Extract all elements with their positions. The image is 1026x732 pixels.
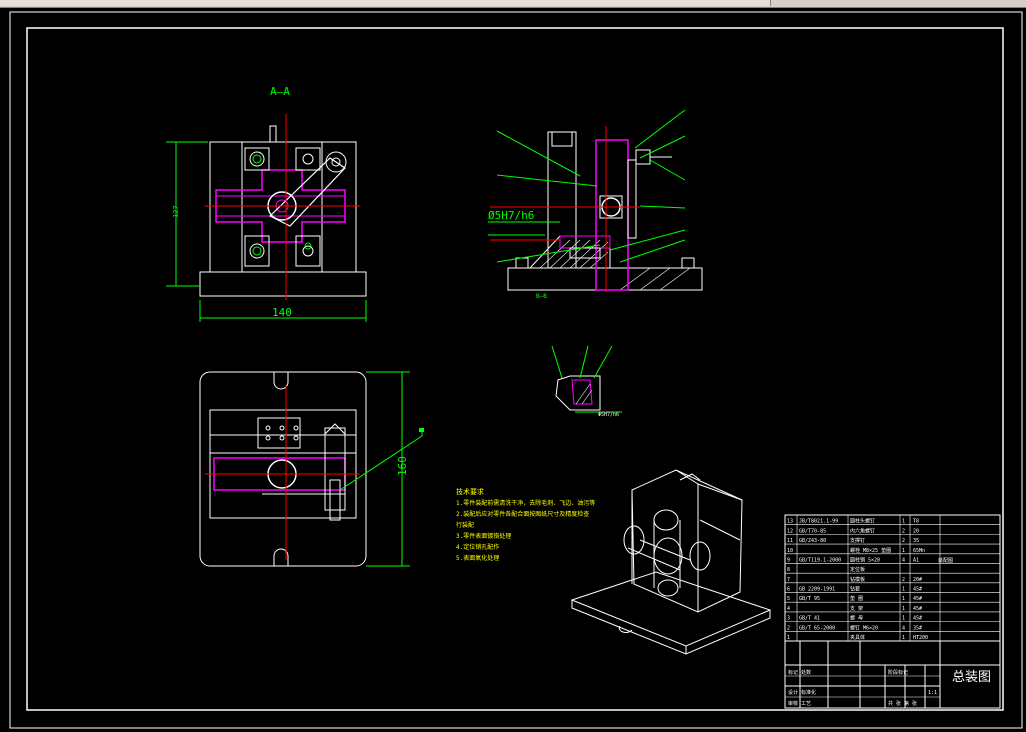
bom-cell: GB/T70-85 — [799, 528, 826, 534]
bom-cell: 1 — [902, 519, 905, 525]
bom-cell: GB/T 41 — [799, 616, 820, 622]
bom-cell: 螺钉 M6×20 — [850, 624, 878, 631]
bom-cell: 13 — [787, 519, 793, 525]
front-section-view: A—A 140 127 — [166, 85, 367, 322]
tech-requirements: 技术要求 1.零件装配前需清洗干净，去除毛刺、飞边、油污等 2.装配后应对零件各… — [456, 487, 595, 562]
bom-cell: 夹具体 — [850, 634, 865, 641]
bom-table: 13 JB/T8021.1-99 圆柱头螺钉 1 T812 GB/T70-85 内六角螺钉 2… — [784, 514, 1001, 642]
bom-cell: 9 — [787, 557, 790, 563]
title-block-label: 设计 标准化 — [788, 689, 816, 696]
bom-cell: 2 — [787, 625, 790, 631]
bom-cell: GB/Z43-80 — [799, 538, 826, 544]
bom-cell: 3 — [787, 616, 790, 622]
detail-view: Φ5H7/h6 — [551, 345, 622, 418]
bom-cell: 2 — [902, 538, 905, 544]
tech-line: 行装配 — [456, 521, 474, 529]
plan-height-dimension: 160 — [396, 456, 409, 476]
bom-cell: HT200 — [913, 635, 928, 641]
title-block-label: 审核 工艺 — [788, 700, 811, 707]
bom-cell: 1 — [902, 548, 905, 554]
bom-cell: JB/T8021.1-99 — [799, 519, 838, 525]
height-dimension: 127 — [172, 205, 180, 218]
bom-cell: 6 — [787, 587, 790, 593]
bom-cell: 4 — [787, 606, 790, 612]
bom-cell: 8 — [787, 567, 790, 573]
bom-cell: 45# — [913, 596, 922, 602]
bom-cell: 支撑钉 — [850, 537, 865, 544]
scale-value: 1:1 — [928, 690, 937, 696]
plan-view: 160 — [199, 371, 424, 567]
bom-cell: 圆柱头螺钉 — [850, 518, 875, 525]
title-block: 标记 处数 设计 标准化 审核 工艺 阶段标记 1:1 共 张 第 张 总装图 — [784, 640, 1001, 709]
bom-cell: 35# — [913, 625, 922, 631]
side-view: Ø5H7/h6 B—B — [488, 109, 703, 300]
section-label: A—A — [270, 85, 290, 98]
bom-cell: 1 — [902, 635, 905, 641]
bom-cell: 内六角螺钉 — [850, 527, 875, 534]
bom-cell: 垫 圈 — [850, 595, 863, 602]
bom-cell: 5 — [787, 596, 790, 602]
tech-line: 4.定位销孔配作 — [456, 543, 499, 551]
title-block-label: 标记 处数 — [788, 669, 811, 676]
bom-cell: 11 — [787, 538, 793, 544]
tech-requirements-title: 技术要求 — [456, 487, 484, 496]
bom-cell: 65Mn — [913, 548, 925, 554]
bom-cell: 1 — [902, 587, 905, 593]
cad-drawing-canvas[interactable]: A—A 140 127 160 Ø5H7/h6 B—B Φ5H7/h6 技术要求… — [0, 0, 1026, 732]
bom-cell: 12 — [787, 528, 793, 534]
bom-cell: 7 — [787, 577, 790, 583]
bom-cell: GB 2209-1991 — [799, 587, 835, 593]
bom-cell: GB/T 95 — [799, 596, 820, 602]
bom-cell: GB/T119.1-2000 — [799, 557, 841, 563]
bom-cell: 螺栓 M8×25 垫圈 — [850, 547, 891, 554]
bom-cell: 4 — [902, 557, 905, 563]
tech-line: 3.零件表面镀铬处理 — [456, 532, 511, 540]
width-dimension: 140 — [272, 306, 292, 319]
bom-cell: GB/T 65-2000 — [799, 625, 835, 631]
bom-cell: 螺 母 — [850, 615, 863, 622]
bom-cell: 45# — [913, 587, 922, 593]
bom-cell: 35 — [913, 538, 919, 544]
bom-header: 装配图 — [938, 557, 953, 564]
bom-cell: 定位板 — [850, 566, 865, 573]
bom-cell: 1 — [902, 596, 905, 602]
detail-dimension: Φ5H7/h6 — [598, 412, 619, 418]
bom-cell: 1 — [787, 635, 790, 641]
stage-label: 阶段标记 — [888, 669, 908, 676]
fit-annotation: Ø5H7/h6 — [488, 209, 534, 222]
base-plate — [199, 271, 367, 297]
tech-line: 2.装配后应对零件各配合面按图纸尺寸及精度检查 — [456, 510, 589, 518]
bom-cell: 1 — [902, 616, 905, 622]
plan-base — [199, 371, 367, 567]
bom-cell: 2 — [902, 577, 905, 583]
bom-cell: 圆柱销 5×20 — [850, 556, 880, 563]
tech-line: 5.表面氧化处理 — [456, 554, 499, 562]
bom-cell: 钻模板 — [850, 576, 865, 583]
bom-cell: A1 — [913, 557, 919, 563]
bom-cell: T8 — [913, 519, 919, 525]
tech-line: 1.零件装配前需清洗干净，去除毛刺、飞边、油污等 — [456, 499, 595, 507]
bom-cell: 45# — [913, 606, 922, 612]
bom-cell: 钻套 — [850, 586, 860, 593]
bom-cell: 1 — [902, 606, 905, 612]
isometric-view — [570, 469, 772, 655]
bom-cell: 20# — [913, 577, 922, 583]
bom-cell: 45# — [913, 616, 922, 622]
fixture-body — [209, 141, 357, 273]
bom-cell: 2 — [902, 528, 905, 534]
sheet-label: 共 张 第 张 — [888, 700, 917, 707]
bom-cell: 10 — [787, 548, 793, 554]
drawing-title: 总装图 — [952, 670, 991, 685]
bom-cell: 4 — [902, 625, 905, 631]
bom-cell: 20 — [913, 528, 919, 534]
outer-frame — [9, 11, 1023, 729]
section-mark: B—B — [536, 293, 547, 300]
bom-cell: 支 架 — [850, 605, 863, 612]
